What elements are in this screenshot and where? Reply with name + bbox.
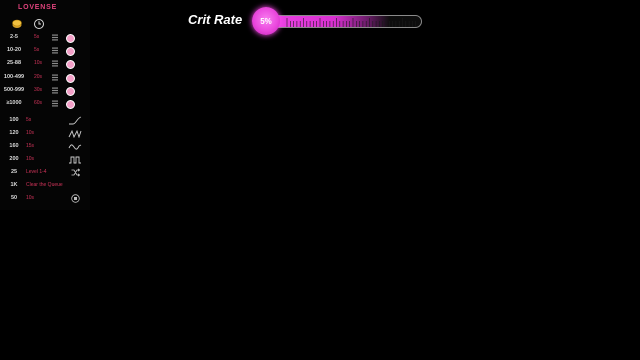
command-text: 15s: [26, 143, 35, 149]
tip-coins-icon: [12, 19, 22, 28]
special-command-row: 120 10s: [0, 128, 90, 139]
tip-level-row: ≥1000 60s: [0, 98, 90, 109]
tip-duration: 20s: [34, 73, 43, 80]
special-command-row: 50 10s: [0, 193, 90, 204]
tip-level-row: 10-20 5s: [0, 45, 90, 57]
level-bars-icon: [52, 34, 58, 41]
lovense-logo: LOVENSE: [18, 4, 58, 11]
tip-range: 10-20: [6, 47, 22, 54]
vibration-dot-icon: [66, 100, 75, 109]
command-amount: 1K: [10, 182, 18, 188]
tip-range: 500-999: [3, 86, 25, 93]
command-amount: 100: [9, 117, 19, 123]
clock-icon: [34, 19, 44, 29]
tip-duration: 5s: [34, 47, 40, 54]
page-title: Crit Rate: [188, 12, 243, 27]
level-bars-icon: [52, 100, 58, 107]
tip-level-row: 25-88 10s: [0, 58, 90, 70]
command-text: 10s: [26, 195, 35, 201]
tip-range: 100-499: [3, 73, 25, 80]
tip-level-row: 500-999 30s: [0, 85, 90, 96]
progress-knob: 5%: [252, 7, 280, 35]
level-bars-icon: [52, 87, 58, 94]
special-command-row: 25 Level 1-4: [0, 167, 90, 178]
command-text: Clear the Queue: [26, 182, 63, 188]
random-icon: [71, 168, 80, 177]
tip-level-row: 100-499 20s: [0, 72, 90, 83]
command-text: Level 1-4: [26, 169, 47, 175]
vibration-dot-icon: [66, 73, 75, 83]
progress-label: 5%: [260, 16, 272, 26]
vibration-dot-icon: [66, 47, 75, 57]
tip-duration: 5s: [34, 34, 40, 40]
command-amount: 200: [9, 156, 19, 162]
fireworks-pattern-icon: [69, 156, 81, 164]
vibration-dot-icon: [66, 60, 75, 70]
tip-duration: 30s: [34, 86, 43, 93]
level-bars-icon: [52, 74, 58, 81]
level-bars-icon: [52, 47, 58, 54]
tip-range: 25-88: [6, 60, 22, 67]
command-text: 10s: [26, 130, 35, 136]
special-command-row: 200 10s: [0, 154, 90, 165]
level-bars-icon: [52, 60, 58, 67]
special-command-row: 1K Clear the Queue: [0, 180, 90, 191]
earthquake-pattern-icon: [68, 144, 82, 150]
vibration-dot-icon: [66, 86, 75, 96]
wave-pattern-icon: [69, 116, 82, 125]
command-amount: 160: [9, 143, 19, 149]
special-command-row: 100 5s: [0, 115, 90, 126]
tip-range: ≥1000: [6, 100, 22, 106]
progress-ticks: [286, 18, 416, 27]
tip-level-row: 2-5 5s: [0, 32, 90, 43]
tip-duration: 10s: [34, 60, 43, 67]
tip-range: 2-5: [10, 34, 18, 40]
command-text: 10s: [26, 156, 35, 162]
pulse-pattern-icon: [68, 129, 82, 138]
command-amount: 25: [10, 169, 18, 175]
lovense-tip-panel: LOVENSE 2-5 5s 10-20 5s 25-88 10s 100-499 20s 50…: [0, 0, 90, 210]
progress-track: [266, 15, 422, 28]
stop-icon: [71, 194, 80, 203]
vibration-dot-icon: [66, 34, 75, 43]
command-amount: 120: [9, 130, 19, 136]
crit-rate-progress-bar: 5%: [252, 7, 422, 37]
tip-duration: 60s: [34, 100, 43, 106]
command-amount: 50: [10, 195, 18, 201]
special-command-row: 160 15s: [0, 141, 90, 152]
command-text: 5s: [26, 117, 32, 123]
